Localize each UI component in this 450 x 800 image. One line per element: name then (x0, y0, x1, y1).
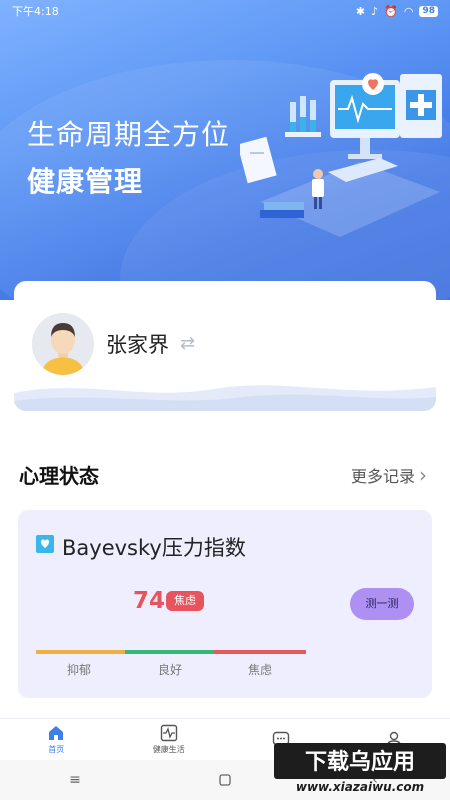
svg-text:www.xiazaiwu.com: www.xiazaiwu.com (296, 780, 424, 794)
banner-title: 生命周期全方位 (27, 118, 231, 151)
medical-illustration (240, 73, 442, 237)
nav-health-life[interactable]: 健康生活 (113, 719, 226, 760)
home-square-icon[interactable] (210, 770, 240, 790)
wifi-icon: ◠ (403, 4, 414, 18)
level-bar-anxious (214, 650, 306, 654)
status-bar: 下午4:18 ✱ ♪ ⏰ ◠ 98 (0, 0, 450, 22)
level-bar-good (125, 650, 214, 654)
nav-home[interactable]: 首页 (0, 719, 113, 760)
chevron-right-icon: › (419, 463, 428, 487)
more-records-label: 更多记录 (351, 467, 416, 486)
home-icon (49, 726, 64, 740)
hero-banner: 生命周期全方位 健康管理 (0, 0, 450, 300)
pressure-value: 74 (133, 588, 166, 614)
watermark: 下载乌应用 www.xiazaiwu.com (272, 737, 448, 795)
heartbeat-icon (160, 724, 177, 742)
battery-icon: 98 (419, 5, 438, 17)
svg-text:下载乌应用: 下载乌应用 (305, 749, 415, 775)
watermark-logo: 下载乌应用 www.xiazaiwu.com (274, 743, 446, 794)
nav-health-life-label: 健康生活 (152, 745, 185, 754)
mute-icon: ♪ (371, 4, 379, 18)
banner-subtitle: 健康管理 (27, 165, 144, 198)
avatar[interactable] (32, 313, 94, 375)
level-label-anxious: 焦虑 (248, 663, 273, 677)
more-records-link[interactable]: 更多记录 › (351, 463, 427, 487)
bluetooth-icon: ✱ (355, 4, 366, 18)
stress-icon (36, 535, 54, 553)
alarm-icon: ⏰ (384, 4, 398, 18)
profile-name: 张家界 (106, 333, 169, 357)
avatar-icon (32, 313, 94, 375)
section-title: 心理状态 (19, 464, 99, 488)
profile-card[interactable]: 张家界 ⇄ (14, 281, 436, 411)
card-wave-decoration (14, 385, 436, 411)
menu-icon[interactable]: ≡ (60, 770, 90, 790)
pressure-index-card: Bayevsky压力指数 74 焦虑 测一测 抑郁 良好 焦虑 (18, 510, 432, 698)
status-time: 下午4:18 (12, 5, 59, 18)
level-label-depressed: 抑郁 (67, 663, 92, 677)
nav-home-label: 首页 (48, 745, 65, 754)
level-label-good: 良好 (158, 663, 183, 677)
level-bar-depressed (36, 650, 125, 654)
pressure-title: Bayevsky压力指数 (62, 536, 246, 560)
switch-user-icon[interactable]: ⇄ (180, 333, 200, 354)
status-badge: 焦虑 (166, 591, 204, 611)
measure-button[interactable]: 测一测 (350, 588, 414, 620)
